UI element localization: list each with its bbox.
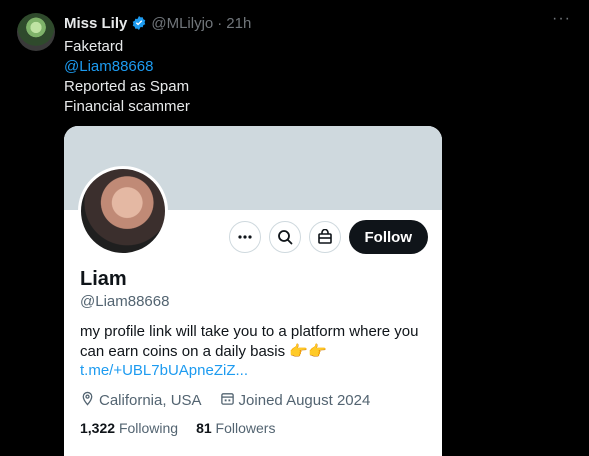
- search-icon: [268, 221, 301, 253]
- tweet-mention-link[interactable]: @Liam88668: [64, 57, 190, 77]
- profile-meta: California, USA Joined August 2024: [80, 391, 370, 410]
- following-count: 1,322: [80, 420, 116, 436]
- tweet-line: Reported as Spam: [64, 78, 190, 95]
- tweet-header: Miss Lily @MLilyjo · 21h: [64, 13, 251, 33]
- tweet-line: Faketard: [64, 38, 124, 55]
- joined-text: Joined August 2024: [238, 392, 371, 409]
- profile-stats: 1,322 Following 81 Followers: [80, 420, 275, 436]
- profile-avatar: [78, 166, 168, 256]
- separator-dot: ·: [217, 14, 223, 32]
- tweet-author-avatar[interactable]: [17, 13, 55, 51]
- profile-handle: @Liam88668: [80, 293, 170, 310]
- more-options-button: [228, 221, 261, 253]
- profile-location: California, USA: [80, 391, 202, 410]
- following-stat: 1,322 Following: [80, 420, 178, 436]
- profile-bio: my profile link will take you to a platf…: [80, 323, 419, 360]
- author-handle[interactable]: @MLilyjo: [151, 15, 213, 32]
- profile-actions: Follow: [228, 220, 428, 254]
- shop-icon: [308, 221, 341, 253]
- profile-name: Liam: [80, 268, 127, 290]
- verified-badge-icon: [131, 15, 147, 31]
- more-icon[interactable]: ···: [552, 10, 571, 28]
- location-text: California, USA: [99, 392, 202, 409]
- calendar-icon: [220, 391, 235, 410]
- profile-card-screenshot[interactable]: Follow Liam @Liam88668 my profile link w…: [64, 126, 442, 456]
- follow-button: Follow: [348, 220, 428, 254]
- following-label: Following: [118, 420, 179, 436]
- followers-count: 81: [196, 420, 212, 436]
- followers-label: Followers: [215, 420, 276, 436]
- tweet-text: Faketard @Liam88668 Reported as Spam Fin…: [64, 37, 190, 117]
- profile-joined: Joined August 2024: [220, 391, 371, 410]
- location-icon: [80, 391, 95, 410]
- tweet-line: Financial scammer: [64, 98, 190, 115]
- profile-link: t.me/+UBL7bUApneZiZ...: [80, 362, 248, 379]
- followers-stat: 81 Followers: [196, 420, 275, 436]
- author-name[interactable]: Miss Lily: [64, 15, 127, 32]
- tweet-time[interactable]: 21h: [226, 15, 251, 32]
